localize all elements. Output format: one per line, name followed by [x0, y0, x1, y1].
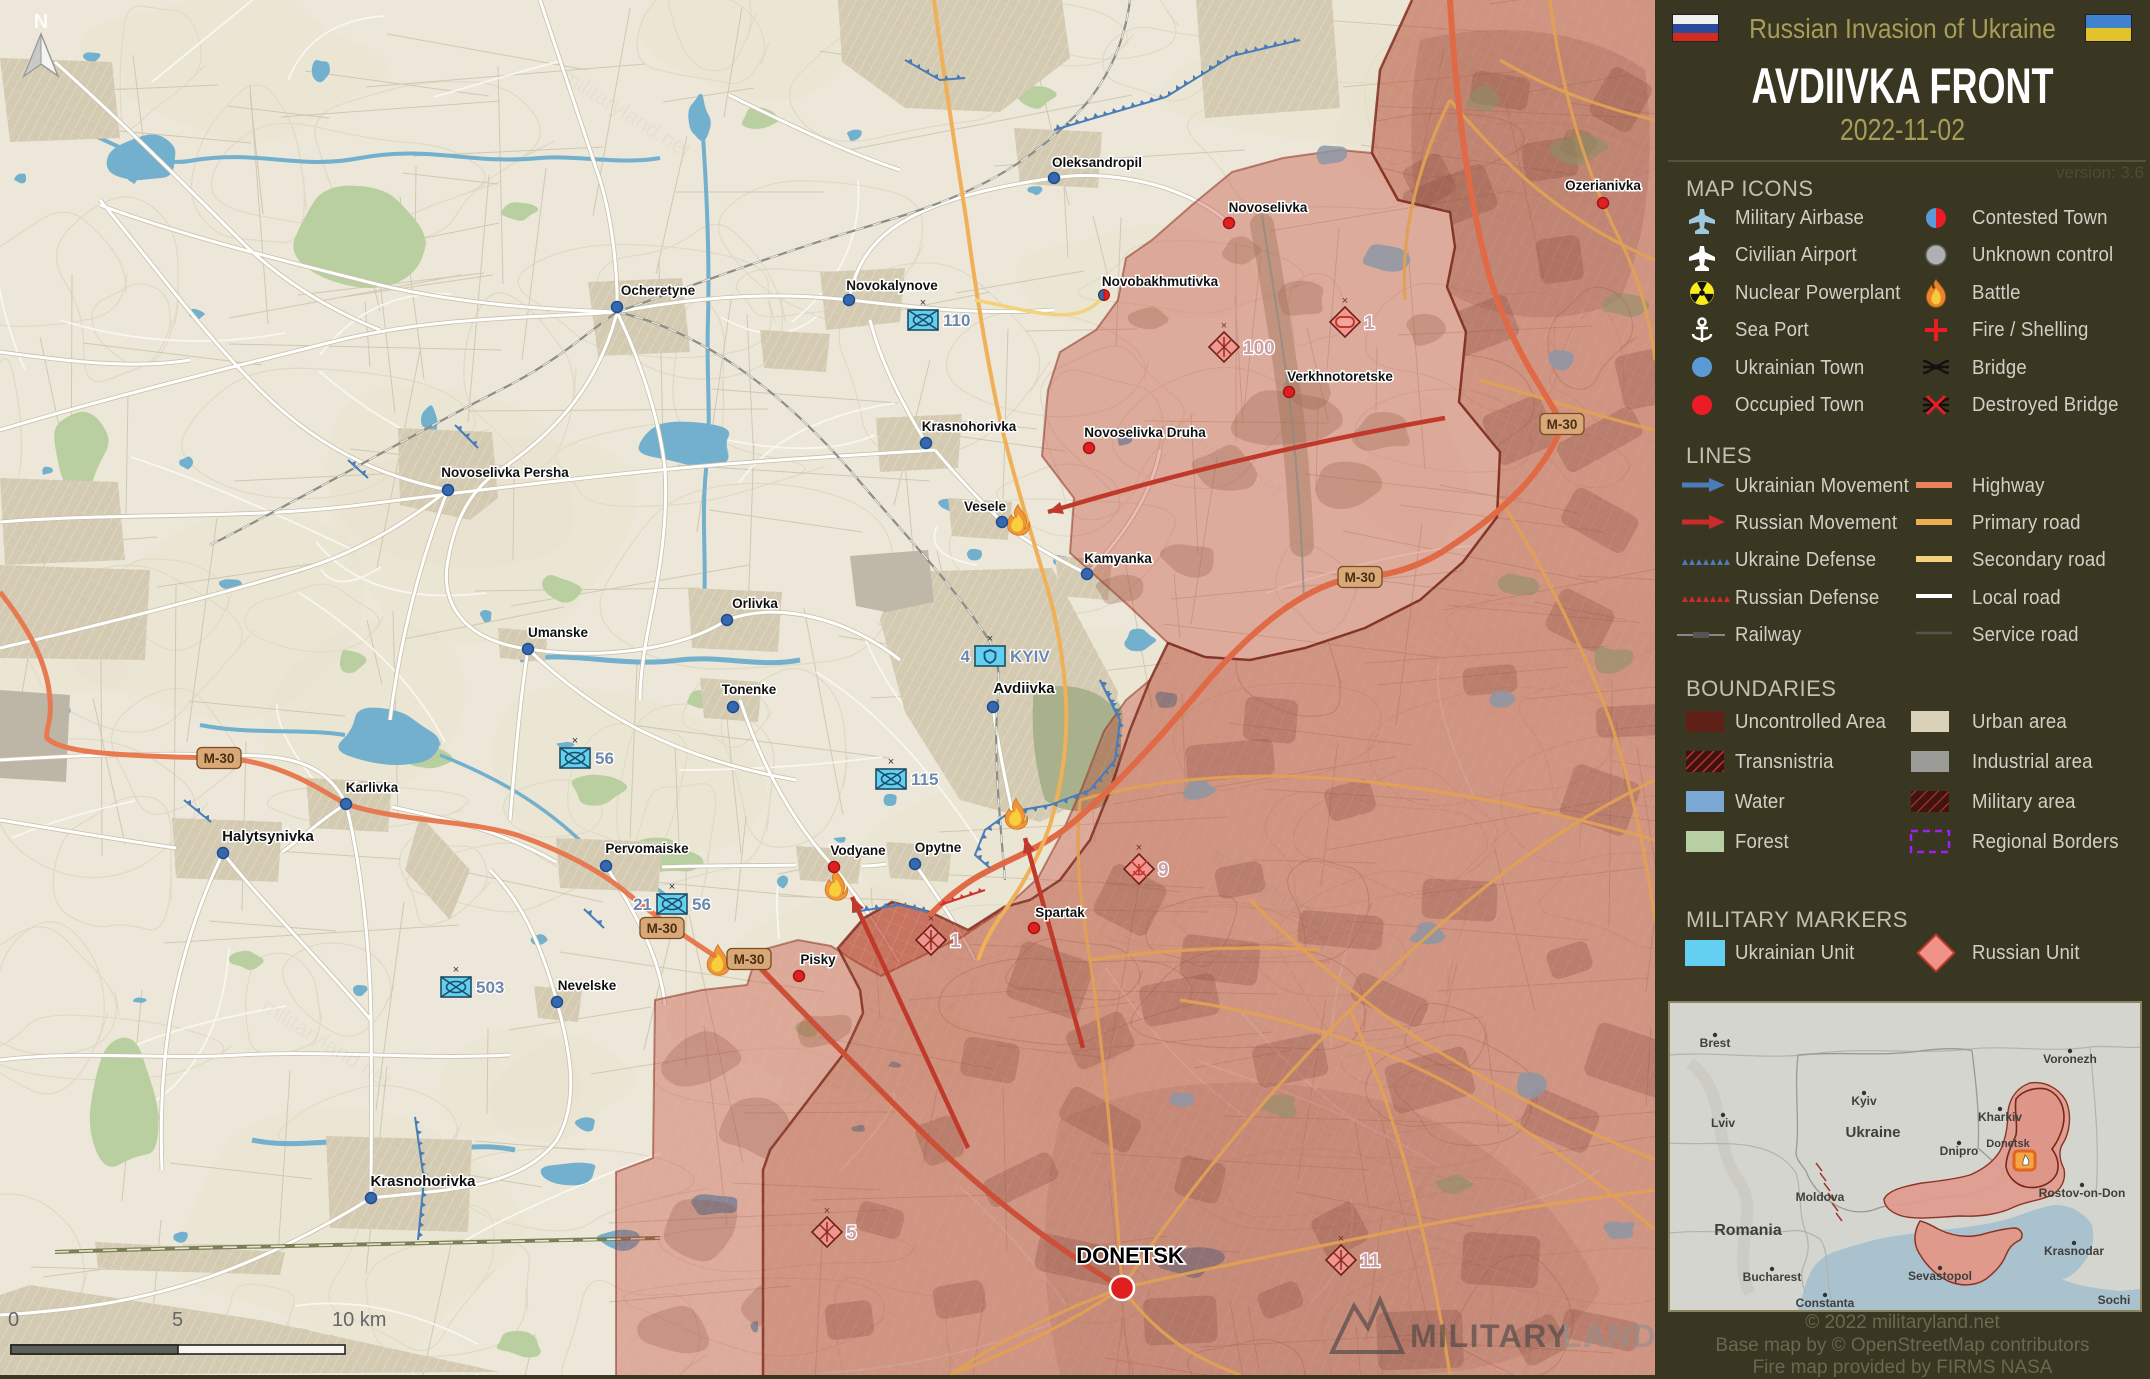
svg-text:M-30: M-30 [1547, 417, 1578, 432]
svg-text:9: 9 [1158, 860, 1169, 881]
svg-text:Kamyanka: Kamyanka [1084, 551, 1152, 566]
svg-text:0: 0 [8, 1309, 19, 1331]
svg-text:Nevelske: Nevelske [558, 978, 617, 993]
svg-text:10 km: 10 km [332, 1309, 386, 1331]
svg-text:1: 1 [1364, 313, 1375, 334]
svg-text:Novokalynove: Novokalynove [846, 278, 938, 293]
svg-text:Oleksandropil: Oleksandropil [1052, 155, 1142, 170]
svg-text:N: N [34, 11, 48, 33]
svg-text:56: 56 [692, 895, 711, 914]
svg-text:Bucharest: Bucharest [1743, 1270, 1802, 1284]
svg-text:Ozerianivka: Ozerianivka [1565, 178, 1641, 193]
svg-text:×: × [669, 881, 675, 893]
svg-text:Kharkiv: Kharkiv [1978, 1110, 2022, 1124]
svg-text:115: 115 [911, 770, 938, 789]
svg-text:Spartak: Spartak [1035, 905, 1085, 920]
svg-text:Pisky: Pisky [800, 952, 836, 967]
svg-text:Krasnodar: Krasnodar [2044, 1244, 2104, 1258]
svg-text:Novoselivka Persha: Novoselivka Persha [441, 465, 569, 480]
svg-text:Orlivka: Orlivka [732, 596, 778, 611]
svg-text:56: 56 [595, 749, 614, 768]
svg-text:×: × [1342, 295, 1348, 307]
svg-text:Romania: Romania [1714, 1222, 1782, 1239]
svg-text:Vesele: Vesele [964, 499, 1007, 514]
svg-text:Novobakhmutivka: Novobakhmutivka [1102, 274, 1219, 289]
svg-text:Kyiv: Kyiv [1851, 1094, 1877, 1108]
svg-text:LAND: LAND [1562, 1318, 1655, 1354]
svg-text:Vodyane: Vodyane [830, 843, 886, 858]
svg-text:Ocheretyne: Ocheretyne [621, 283, 696, 298]
svg-text:Donetsk: Donetsk [1986, 1138, 2030, 1150]
svg-text:MILITARY: MILITARY [1410, 1318, 1570, 1354]
svg-text:Opytne: Opytne [915, 840, 962, 855]
svg-text:1: 1 [950, 931, 961, 952]
svg-text:×: × [1136, 842, 1142, 854]
svg-text:×: × [920, 297, 926, 309]
svg-text:×: × [1338, 1233, 1344, 1245]
svg-text:DONETSK: DONETSK [1076, 1243, 1184, 1268]
svg-text:503: 503 [476, 978, 504, 997]
svg-text:110: 110 [943, 311, 970, 330]
svg-text:Voronezh: Voronezh [2043, 1052, 2097, 1066]
svg-text:×: × [1221, 320, 1227, 332]
svg-text:Tonenke: Tonenke [722, 682, 777, 697]
svg-text:5: 5 [172, 1309, 183, 1331]
svg-text:Lviv: Lviv [1711, 1116, 1735, 1130]
svg-text:Pervomaiske: Pervomaiske [605, 841, 689, 856]
svg-text:5: 5 [846, 1223, 857, 1244]
svg-text:KYIV: KYIV [1010, 647, 1050, 666]
svg-text:Sochi: Sochi [2098, 1293, 2131, 1307]
svg-text:×: × [453, 964, 459, 976]
svg-text:Rostov-on-Don: Rostov-on-Don [2039, 1186, 2126, 1200]
svg-text:Krasnohorivka: Krasnohorivka [370, 1173, 476, 1190]
svg-text:Krasnohorivka: Krasnohorivka [922, 419, 1017, 434]
svg-text:Ukraine: Ukraine [1845, 1124, 1900, 1141]
svg-text:M-30: M-30 [734, 952, 765, 967]
svg-text:Constanta: Constanta [1796, 1296, 1855, 1310]
svg-text:×: × [572, 735, 578, 747]
svg-text:M-30: M-30 [647, 921, 678, 936]
svg-text:M-30: M-30 [1345, 570, 1376, 585]
svg-text:Karlivka: Karlivka [346, 780, 399, 795]
svg-text:Verkhnotoretske: Verkhnotoretske [1287, 369, 1393, 384]
svg-text:×: × [928, 913, 934, 925]
svg-text:×: × [888, 756, 894, 768]
svg-text:21: 21 [633, 895, 652, 914]
svg-text:4: 4 [961, 647, 971, 666]
svg-text:×: × [987, 633, 993, 645]
svg-text:×: × [824, 1205, 830, 1217]
svg-text:Novoselivka: Novoselivka [1229, 200, 1308, 215]
svg-text:M-30: M-30 [204, 751, 235, 766]
svg-text:Brest: Brest [1700, 1036, 1731, 1050]
svg-text:Moldova: Moldova [1796, 1190, 1845, 1204]
svg-text:11: 11 [1360, 1251, 1381, 1272]
svg-text:Sevastopol: Sevastopol [1908, 1269, 1972, 1283]
svg-text:Halytsynivka: Halytsynivka [222, 828, 314, 845]
svg-text:Umanske: Umanske [528, 625, 589, 640]
svg-text:Avdiivka: Avdiivka [993, 680, 1055, 697]
svg-text:100: 100 [1243, 338, 1275, 359]
svg-text:Dnipro: Dnipro [1940, 1144, 1979, 1158]
